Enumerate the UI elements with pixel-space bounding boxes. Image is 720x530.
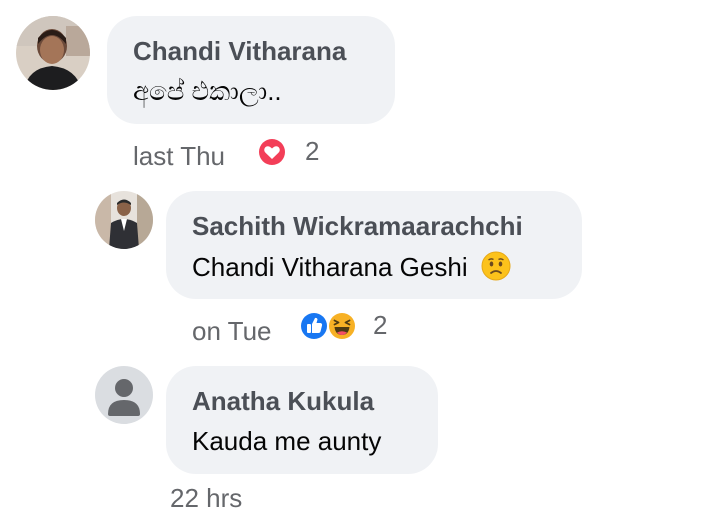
reaction-count[interactable]: 2 xyxy=(373,310,387,341)
comment-bubble[interactable]: Chandi Vitharana අපේ එකාලා.. xyxy=(107,16,395,124)
comment-bubble[interactable]: Sachith Wickramaarachchi Chandi Vitharan… xyxy=(166,191,582,299)
comment-author[interactable]: Sachith Wickramaarachchi xyxy=(192,211,523,242)
love-icon[interactable] xyxy=(256,136,288,168)
worried-face-emoji xyxy=(481,251,511,288)
avatar[interactable] xyxy=(95,191,153,249)
comment-text: Kauda me aunty xyxy=(192,426,382,456)
comment-thread: Chandi Vitharana අපේ එකාලා.. last Thu 2 … xyxy=(0,0,720,530)
comment-author[interactable]: Chandi Vitharana xyxy=(133,36,346,67)
avatar[interactable] xyxy=(95,366,153,424)
reaction-count[interactable]: 2 xyxy=(305,136,319,167)
like-icon[interactable] xyxy=(298,310,330,342)
comment-timestamp[interactable]: last Thu xyxy=(133,141,225,172)
comment-author[interactable]: Anatha Kukula xyxy=(192,386,374,417)
comment-text: අපේ එකාලා.. xyxy=(133,76,282,106)
avatar[interactable] xyxy=(16,16,90,90)
comment-timestamp[interactable]: on Tue xyxy=(192,316,272,347)
haha-icon[interactable] xyxy=(326,310,358,342)
comment-text: Chandi Vitharana Geshi xyxy=(192,251,511,288)
comment-text-body: Chandi Vitharana Geshi xyxy=(192,252,468,282)
comment-timestamp[interactable]: 22 hrs xyxy=(170,483,242,514)
comment-bubble[interactable]: Anatha Kukula Kauda me aunty xyxy=(166,366,438,474)
